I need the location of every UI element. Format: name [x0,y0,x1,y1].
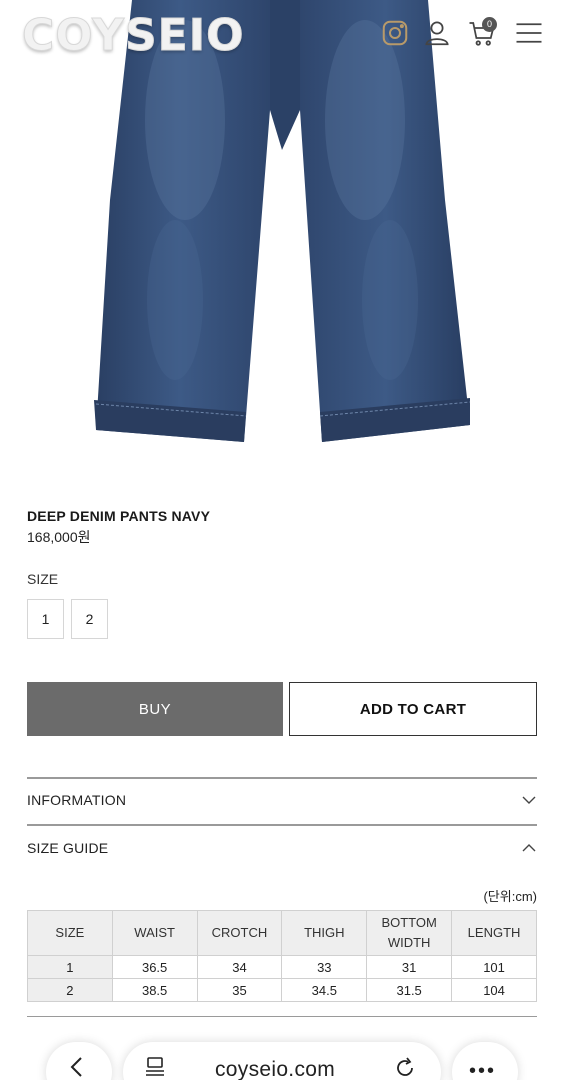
cart-count-badge: 0 [482,17,497,32]
table-header-row: SIZE WAIST CROTCH THIGH BOTTOM WIDTH LEN… [27,910,537,956]
reload-icon[interactable] [393,1056,417,1080]
accordion-size-guide-label: SIZE GUIDE [27,840,109,856]
table-header-cell: SIZE [27,910,113,956]
accordion-size-guide[interactable]: SIZE GUIDE [27,826,537,870]
more-button[interactable]: ••• [452,1042,518,1080]
accordion-information[interactable]: INFORMATION [27,778,537,822]
table-cell: 38.5 [111,978,198,1002]
chevron-up-icon [521,840,537,856]
product-image [0,0,566,470]
table-header-cell: THIGH [281,910,368,956]
add-to-cart-button[interactable]: ADD TO CART [289,682,537,736]
table-header-cell: CROTCH [196,910,283,956]
table-header-cell: BOTTOM WIDTH [366,910,453,956]
address-bar[interactable]: coyseio.com [123,1042,441,1080]
size-option-1[interactable]: 1 [27,599,64,639]
table-header-cell: LENGTH [451,910,537,956]
table-row: 2 38.5 35 34.5 31.5 104 [27,978,537,1002]
size-label: SIZE [27,571,59,587]
table-cell: 2 [27,978,113,1002]
tabs-icon[interactable] [143,1057,167,1077]
browser-toolbar: coyseio.com ••• [0,1030,566,1080]
table-cell: 34 [196,955,283,979]
menu-icon[interactable] [512,16,546,50]
url-text: coyseio.com [215,1058,336,1080]
cart-icon[interactable]: 0 [465,16,499,50]
product-name: DEEP DENIM PANTS NAVY [27,508,211,524]
product-price: 168,000원 [27,529,91,545]
chevron-down-icon [521,792,537,808]
table-row: 1 36.5 34 33 31 101 [27,955,537,979]
table-cell: 35 [196,978,283,1002]
back-button[interactable] [46,1042,112,1080]
instagram-icon[interactable] [378,16,412,50]
table-header-cell: WAIST [111,910,198,956]
back-icon [70,1057,82,1077]
size-guide-table: SIZE WAIST CROTCH THIGH BOTTOM WIDTH LEN… [27,910,537,1002]
denim-pants-image [94,0,471,442]
size-option-2[interactable]: 2 [71,599,108,639]
site-header: COYSEIO 0 [0,0,566,70]
more-icon: ••• [469,1060,497,1080]
table-cell: 36.5 [111,955,198,979]
size-unit-note: (단위:cm) [483,889,537,904]
accordion-information-label: INFORMATION [27,792,127,808]
table-cell: 104 [451,978,537,1002]
table-cell: 34.5 [281,978,368,1002]
table-cell: 31 [366,955,453,979]
table-cell: 101 [451,955,537,979]
table-cell: 33 [281,955,368,979]
user-icon[interactable] [420,16,454,50]
divider [27,1016,537,1017]
table-cell: 31.5 [366,978,453,1002]
brand-logo[interactable]: COYSEIO [22,10,245,62]
table-cell: 1 [27,955,113,979]
buy-button[interactable]: BUY [27,682,283,736]
